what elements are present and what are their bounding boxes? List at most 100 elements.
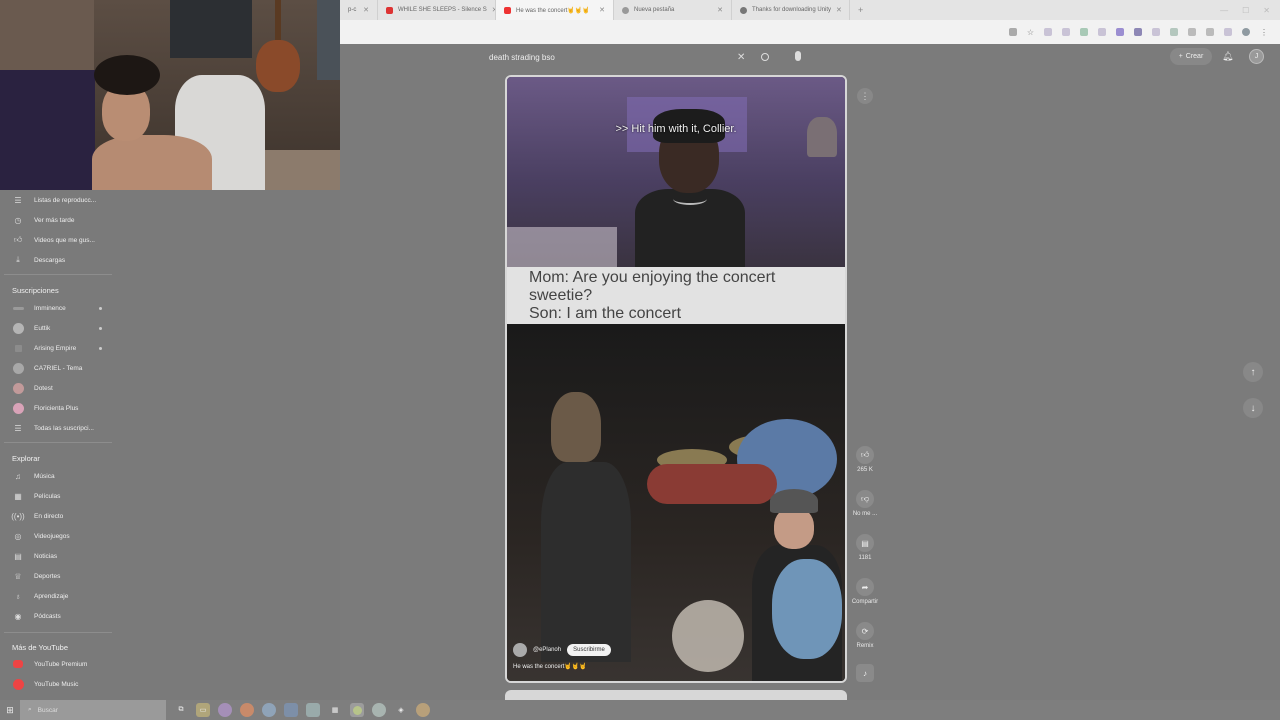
close-tab-icon[interactable]: ✕ <box>836 6 842 14</box>
share-button[interactable]: ➦ Compartir <box>848 578 882 605</box>
channel-name[interactable]: @ePlanoh <box>533 647 561 653</box>
install-icon[interactable] <box>1008 28 1017 36</box>
extension-icon[interactable] <box>1044 28 1052 36</box>
extension-icon[interactable] <box>1098 28 1106 36</box>
sidebar-item-gaming[interactable]: ◎ Videojuegos <box>0 526 116 546</box>
sidebar-item-learning[interactable]: ♁ Aprendizaje <box>0 586 116 606</box>
search-icon[interactable] <box>761 53 769 61</box>
like-button[interactable]: 👍︎ 265 K <box>848 446 882 473</box>
film-icon: ▦ <box>14 491 22 501</box>
dislike-button[interactable]: 👎︎ No me ... <box>848 490 882 517</box>
app-icon[interactable] <box>262 703 276 717</box>
app-icon[interactable] <box>218 703 232 717</box>
puzzle-icon[interactable] <box>1188 28 1196 36</box>
extension-icon[interactable] <box>1116 28 1124 36</box>
notifications-bell-icon[interactable]: 🔔︎ <box>1222 51 1233 61</box>
remix-button[interactable]: ⟳ Remix <box>848 622 882 649</box>
app-icon[interactable] <box>306 703 320 717</box>
app-icon[interactable] <box>372 703 386 717</box>
task-view-icon[interactable]: ⧉ <box>174 703 188 717</box>
extension-icon[interactable] <box>1080 28 1088 36</box>
browser-tab[interactable]: Nueva pestaña ✕ <box>614 0 732 20</box>
browser-tab[interactable]: p-c ✕ <box>340 0 378 20</box>
create-button[interactable]: + Crear <box>1170 48 1212 65</box>
tab-title: He was the concert🤘🤘🤘 <box>516 7 590 14</box>
video-frame-reactor: >> Hit him with it, Collier. <box>507 77 845 269</box>
app-icon[interactable] <box>416 703 430 717</box>
shelf <box>0 70 95 190</box>
browser-tab-bar: p-c ✕ WHILE SHE SLEEPS - Silence S ✕ He … <box>340 0 1280 20</box>
download-icon[interactable] <box>1206 28 1214 36</box>
sidebar-sub-ca7riel[interactable]: CA7RIEL - Tema <box>0 358 116 378</box>
sidebar-sub-euttik[interactable]: Euttik <box>0 318 116 338</box>
browser-tab[interactable]: Thanks for downloading Unity ✕ <box>732 0 850 20</box>
next-short-arrow-icon[interactable]: ↓ <box>1243 398 1263 418</box>
user-avatar[interactable]: J <box>1249 49 1264 64</box>
browser-tab-active[interactable]: He was the concert🤘🤘🤘 ✕ <box>496 0 614 20</box>
short-video-player[interactable]: >> Hit him with it, Collier. Mom: Are yo… <box>505 75 847 683</box>
short-title: He was the concert🤘🤘🤘 <box>513 664 587 670</box>
comment-icon: ▤ <box>856 534 874 552</box>
music-icon: ♫ <box>15 471 21 481</box>
steam-icon[interactable] <box>284 703 298 717</box>
calculator-icon[interactable]: ▦ <box>328 703 342 717</box>
live-icon: ((•)) <box>11 511 25 521</box>
menu-icon[interactable]: ⋮ <box>1260 28 1268 37</box>
sidebar-sub-imminence[interactable]: Imminence <box>0 298 116 318</box>
sidebar-item-sports[interactable]: ♕ Deportes <box>0 566 116 586</box>
more-options-icon[interactable]: ⋮ <box>857 88 873 104</box>
webcam-overlay <box>0 0 340 190</box>
sidebar-item-label: Todas las suscripci... <box>34 424 94 432</box>
sidebar-item-liked-videos[interactable]: 👍︎ Videos que me gus... <box>0 230 116 250</box>
unity-favicon-icon <box>740 6 747 14</box>
video-progress-bar[interactable] <box>507 681 647 683</box>
sound-thumbnail[interactable]: ♪ <box>848 664 882 685</box>
extension-icon[interactable] <box>1152 28 1160 36</box>
sidebar-item-downloads[interactable]: ⤓ Descargas <box>0 250 116 270</box>
minimize-icon[interactable]: — <box>1220 6 1228 15</box>
windows-start-icon[interactable]: ⊞ <box>0 700 20 720</box>
file-explorer-icon[interactable]: ▭ <box>196 703 210 717</box>
sidebar-item-watch-later[interactable]: ◷ Ver más tarde <box>0 210 116 230</box>
extension-icon[interactable] <box>1170 28 1178 36</box>
subscribe-button[interactable]: Suscribirme <box>567 644 611 656</box>
profile-icon[interactable] <box>1242 28 1250 36</box>
sidebar-item-live[interactable]: ((•)) En directo <box>0 506 116 526</box>
search-input[interactable]: death strading bso ✕ <box>489 50 779 64</box>
close-tab-icon[interactable]: ✕ <box>717 6 723 14</box>
sidebar-item-playlists[interactable]: ☰ Listas de reproducc... <box>0 190 116 210</box>
os-taskbar: ⊞ ⌕ Buscar ⧉ ▭ ▦ ◈ <box>0 700 1280 720</box>
sidebar-item-youtube-premium[interactable]: YouTube Premium <box>0 654 116 674</box>
extension-icon[interactable] <box>1062 28 1070 36</box>
sidebar-item-movies[interactable]: ▦ Películas <box>0 486 116 506</box>
comments-button[interactable]: ▤ 1181 <box>848 534 882 561</box>
sidebar-sub-arising-empire[interactable]: Arising Empire <box>0 338 116 358</box>
maximize-icon[interactable]: ☐ <box>1242 6 1249 15</box>
close-tab-icon[interactable]: ✕ <box>363 6 369 14</box>
taskbar-search-input[interactable]: ⌕ Buscar <box>20 700 166 720</box>
sidebar-item-podcasts[interactable]: ◉ Pódcasts <box>0 606 116 626</box>
sidebar-sub-dotest[interactable]: Dotest <box>0 378 116 398</box>
star-icon[interactable]: ☆ <box>1027 28 1034 37</box>
video-frame-concert <box>507 324 845 681</box>
extension-icon[interactable] <box>1134 28 1142 36</box>
chrome-icon[interactable] <box>350 703 364 717</box>
previous-short-arrow-icon[interactable]: ↑ <box>1243 362 1263 382</box>
browser-tab[interactable]: WHILE SHE SLEEPS - Silence S ✕ <box>378 0 496 20</box>
close-tab-icon[interactable]: ✕ <box>599 6 605 14</box>
sidebar-item-news[interactable]: ▤ Noticias <box>0 546 116 566</box>
sidebar-sub-floricienta[interactable]: Floricienta Plus <box>0 398 116 418</box>
extension-icon[interactable] <box>1224 28 1232 36</box>
new-tab-button[interactable]: + <box>850 5 871 15</box>
clear-search-icon[interactable]: ✕ <box>737 52 745 63</box>
microphone-icon[interactable] <box>795 51 801 61</box>
door <box>317 0 340 80</box>
sidebar-item-youtube-music[interactable]: YouTube Music <box>0 674 116 694</box>
close-window-icon[interactable]: ✕ <box>1263 6 1270 15</box>
unity-icon[interactable]: ◈ <box>394 703 408 717</box>
sidebar-item-music[interactable]: ♫ Música <box>0 466 116 486</box>
next-short-preview[interactable] <box>505 690 847 700</box>
channel-avatar[interactable] <box>513 643 527 657</box>
sidebar-all-subscriptions[interactable]: ☰ Todas las suscripci... <box>0 418 116 438</box>
firefox-icon[interactable] <box>240 703 254 717</box>
